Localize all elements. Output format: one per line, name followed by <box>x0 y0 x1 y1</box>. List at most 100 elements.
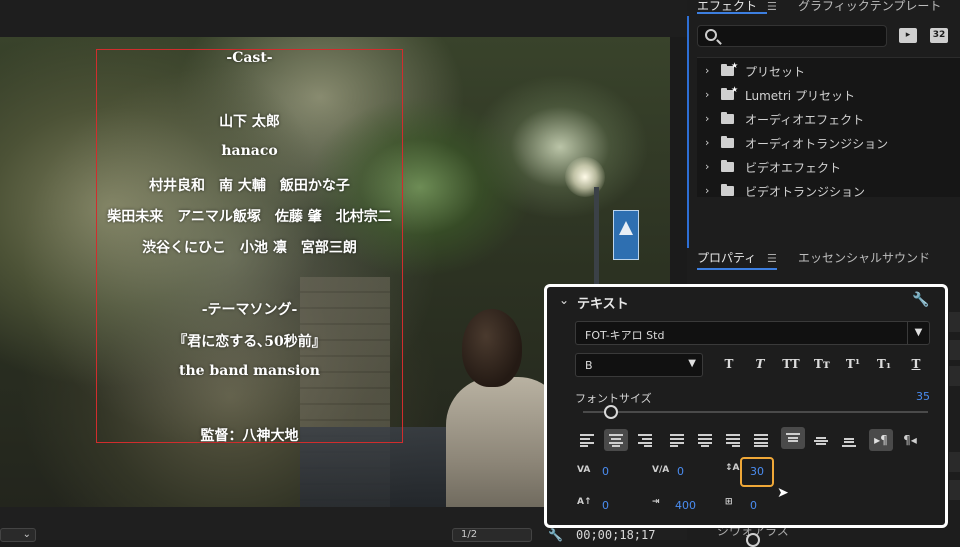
list-item-label: ビデオトランジション <box>745 185 866 199</box>
list-item[interactable]: › オーディオトランジション <box>697 132 960 154</box>
program-monitor-header <box>0 0 687 37</box>
list-item[interactable]: › ★ Lumetri プリセット <box>697 84 960 106</box>
tsume-icon: ⇥ <box>652 497 660 507</box>
align-right-button[interactable] <box>633 429 657 451</box>
panel-menu-icon[interactable]: ☰ <box>767 252 777 265</box>
list-item-label: ビデオエフェクト <box>745 161 842 175</box>
folder-icon <box>721 136 734 148</box>
chevron-right-icon[interactable]: › <box>705 112 709 125</box>
font-style-select[interactable]: B ▼ <box>575 353 703 377</box>
align-bottom-button[interactable] <box>837 429 861 451</box>
search-icon <box>705 29 717 41</box>
chevron-right-icon[interactable]: › <box>705 88 709 101</box>
tsume-value[interactable]: 400 <box>675 499 696 512</box>
list-item[interactable]: › オーディオエフェクト <box>697 108 960 130</box>
list-item-label: Lumetri プリセット <box>745 89 855 103</box>
tab-properties[interactable]: プロパティ <box>697 249 756 266</box>
effects-search-input[interactable] <box>697 25 887 47</box>
credits-line: 渋谷くにひこ 小池 凛 宮部三朗 <box>142 240 357 256</box>
video-road-sign <box>613 210 639 260</box>
chevron-right-icon[interactable]: › <box>705 136 709 149</box>
list-item[interactable]: › ビデオトランジション <box>697 180 960 202</box>
list-item-label: プリセット <box>745 65 806 79</box>
section-title: テキスト <box>577 297 629 312</box>
chevron-down-icon[interactable]: ▼ <box>907 322 929 344</box>
chevron-down-icon[interactable]: ⌄ <box>559 293 569 307</box>
direction-rtl-button[interactable]: ¶◂ <box>898 429 922 451</box>
folder-icon <box>721 112 734 124</box>
credits-director: 監督：八神大地 <box>200 428 299 444</box>
direction-ltr-button[interactable]: ▸¶ <box>869 429 893 451</box>
baseline-shift-icon: A↑ <box>577 497 592 507</box>
properties-tabs: プロパティ ☰ エッセンシャルサウンド <box>687 248 960 274</box>
leading-value[interactable]: 30 <box>750 465 764 478</box>
font-size-slider-knob[interactable] <box>603 405 618 419</box>
panel-menu-icon[interactable]: ☰ <box>767 0 777 13</box>
credits-heading: -Cast- <box>226 50 273 66</box>
chevron-right-icon[interactable]: › <box>705 160 709 173</box>
small-caps-button[interactable]: Tт <box>810 357 834 375</box>
underline-button[interactable]: T <box>904 357 928 375</box>
kerning-icon: VA <box>577 465 591 475</box>
credits-song: 『君に恋する､50秒前』 <box>173 334 326 350</box>
active-tab-underline <box>697 268 777 270</box>
chevron-right-icon[interactable]: › <box>705 184 709 197</box>
tab-graphic-templates[interactable]: グラフィックテンプレート <box>798 0 941 14</box>
subscript-button[interactable]: T₁ <box>872 357 896 375</box>
tab-width-value[interactable]: 0 <box>750 499 757 512</box>
font-style-value: B <box>585 359 593 372</box>
justify-right-button[interactable] <box>721 429 745 451</box>
align-center-button[interactable] <box>604 429 628 451</box>
wrench-icon[interactable]: 🔧 <box>912 292 929 308</box>
align-left-button[interactable] <box>575 429 599 451</box>
credits-line: 柴田未来 アニマル飯塚 佐藤 肇 北村宗二 <box>107 209 392 225</box>
chevron-right-icon[interactable]: › <box>705 64 709 77</box>
font-size-label: フォントサイズ <box>575 392 652 405</box>
effects-list: › ★ プリセット › ★ Lumetri プリセット › オーディオエフェクト… <box>697 57 960 199</box>
credits-theme-heading: -テーマソング- <box>201 302 298 318</box>
all-caps-button[interactable]: TT <box>779 357 803 375</box>
list-item-label: オーディオトランジション <box>745 137 889 151</box>
faux-bold-button[interactable]: T <box>717 357 741 375</box>
accelerated-effects-icon[interactable]: ▸ <box>899 28 917 43</box>
properties-row <box>949 340 960 360</box>
active-tab-underline <box>697 12 767 14</box>
font-family-value: FOT-キアロ Std <box>585 329 665 342</box>
star-icon: ★ <box>731 61 739 70</box>
slider-knob[interactable] <box>746 533 760 547</box>
cursor-icon: ➤ <box>777 485 789 501</box>
resolution-value: 1/2 <box>461 529 478 540</box>
credits-line: 山下 太郎 <box>219 114 280 130</box>
credits-band: the band mansion <box>179 363 320 379</box>
align-top-button[interactable] <box>781 427 805 449</box>
tab-essential-sound[interactable]: エッセンシャルサウンド <box>798 249 930 266</box>
video-woman-head <box>462 309 522 387</box>
tracking-value[interactable]: 0 <box>677 465 684 478</box>
list-item[interactable]: › ビデオエフェクト <box>697 156 960 178</box>
32bit-effects-icon[interactable]: 32 <box>930 28 948 43</box>
font-size-slider[interactable] <box>583 411 928 413</box>
justify-all-button[interactable] <box>749 429 773 451</box>
kerning-value[interactable]: 0 <box>602 465 609 478</box>
properties-row <box>949 480 960 500</box>
font-family-select[interactable]: FOT-キアロ Std ▼ <box>575 321 930 345</box>
star-icon: ★ <box>731 85 739 94</box>
superscript-button[interactable]: T¹ <box>841 357 865 375</box>
justify-left-button[interactable] <box>665 429 689 451</box>
tab-width-icon: ⊞ <box>725 497 733 507</box>
folder-icon <box>721 160 734 172</box>
folder-icon <box>721 184 734 196</box>
font-size-value[interactable]: 35 <box>916 390 930 403</box>
faux-italic-button[interactable]: T <box>748 357 772 375</box>
align-middle-button[interactable] <box>809 429 833 451</box>
leading-icon: ↕A <box>725 463 740 473</box>
justify-center-button[interactable] <box>693 429 717 451</box>
properties-row <box>949 366 960 386</box>
list-item[interactable]: › ★ プリセット <box>697 60 960 82</box>
chevron-down-icon[interactable]: ▼ <box>688 358 696 369</box>
effects-tabs: エフェクト ☰ グラフィックテンプレート <box>687 0 960 16</box>
credits-line: hanaco <box>221 143 278 159</box>
text-properties-panel: ⌄ テキスト 🔧 FOT-キアロ Std ▼ B ▼ T T TT Tт T¹ … <box>544 284 948 528</box>
panel-focus-border <box>687 16 689 248</box>
baseline-shift-value[interactable]: 0 <box>602 499 609 512</box>
